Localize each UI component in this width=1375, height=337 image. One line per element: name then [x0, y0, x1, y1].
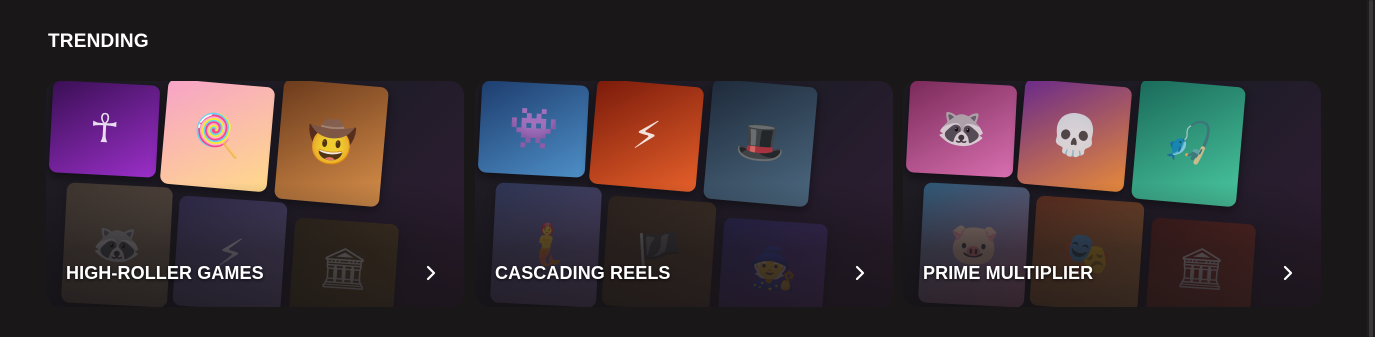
pink-police-pig-icon: 🐷 [947, 220, 1001, 270]
chevron-right-icon[interactable] [420, 262, 442, 284]
vertical-scrollbar[interactable] [1367, 0, 1375, 337]
cowgirl-gunslinger-game-thumbnail: 🤠 [273, 81, 390, 208]
golden-temple-game-thumbnail: 🏛 [288, 217, 400, 307]
gentleman-agent-game-thumbnail: 🎩 [702, 81, 819, 208]
fisherman-bigbass-icon: 🎣 [1161, 117, 1216, 169]
zeus-warrior-game-thumbnail: ⚡ [588, 81, 705, 193]
gentleman-agent-icon: 🎩 [733, 117, 788, 169]
card-title: PRIME MULTIPLIER [923, 263, 1094, 283]
spiky-monster-game-thumbnail: 👾 [477, 81, 590, 178]
purple-mummy-icon: ☥ [88, 105, 121, 153]
raccoon-bandit-icon: 🦝 [90, 220, 144, 270]
pirate-gunner-game-thumbnail: 🏴 [601, 195, 717, 307]
carnival-dancer-game-thumbnail: 🎭 [1029, 195, 1145, 307]
purple-mummy-game-thumbnail: ☥ [48, 81, 161, 178]
candy-lollipop-game-thumbnail: 🍭 [159, 81, 276, 193]
witch-wizard-game-thumbnail: 🧙 [717, 217, 829, 307]
collection-card[interactable]: ☥ 🍭 🤠 🦝 ⚡ 🏛 HIGH-ROLLER GAMES [46, 81, 464, 307]
sea-goddess-icon: 🧜 [519, 220, 573, 270]
candy-lollipop-icon: 🍭 [190, 110, 245, 161]
red-temple-icon: 🏛 [1174, 244, 1228, 294]
mariachi-skeleton-game-thumbnail: 💀 [1016, 81, 1133, 193]
spiky-monster-icon: 👾 [507, 104, 560, 154]
cowgirl-gunslinger-icon: 🤠 [304, 117, 359, 169]
collection-card[interactable]: 🦝 💀 🎣 🐷 🎭 🏛 PRIME MULTIPLIER [903, 81, 1321, 307]
collection-card[interactable]: 👾 ⚡ 🎩 🧜 🏴 🧙 CASCADING REELS [475, 81, 893, 307]
fisherman-bigbass-game-thumbnail: 🎣 [1130, 81, 1247, 208]
trending-section: TRENDING ☥ 🍭 🤠 🦝 ⚡ 🏛 HIGH-ROLLER GAMES 👾 ⚡ 🎩 🧜 🏴 🧙 CA… [0, 0, 1375, 337]
chevron-right-icon[interactable] [849, 262, 871, 284]
raccoon-gangster-icon: 🦝 [935, 104, 988, 154]
mariachi-skeleton-icon: 💀 [1047, 110, 1102, 161]
scrollbar-thumb[interactable] [1369, 0, 1373, 337]
zeus-warrior-icon: ⚡ [630, 111, 663, 160]
card-title: CASCADING REELS [495, 263, 671, 283]
sea-goddess-game-thumbnail: 🧜 [489, 182, 603, 307]
raccoon-gangster-game-thumbnail: 🦝 [905, 81, 1018, 178]
red-temple-game-thumbnail: 🏛 [1145, 217, 1257, 307]
witch-wizard-icon: 🧙 [746, 244, 800, 294]
zeus-clouds-game-thumbnail: ⚡ [172, 195, 288, 307]
chevron-right-icon[interactable] [1277, 262, 1299, 284]
pink-police-pig-game-thumbnail: 🐷 [917, 182, 1031, 307]
golden-temple-icon: 🏛 [317, 244, 371, 294]
section-title: TRENDING [48, 31, 149, 52]
card-title: HIGH-ROLLER GAMES [66, 263, 264, 283]
raccoon-bandit-game-thumbnail: 🦝 [60, 182, 174, 307]
